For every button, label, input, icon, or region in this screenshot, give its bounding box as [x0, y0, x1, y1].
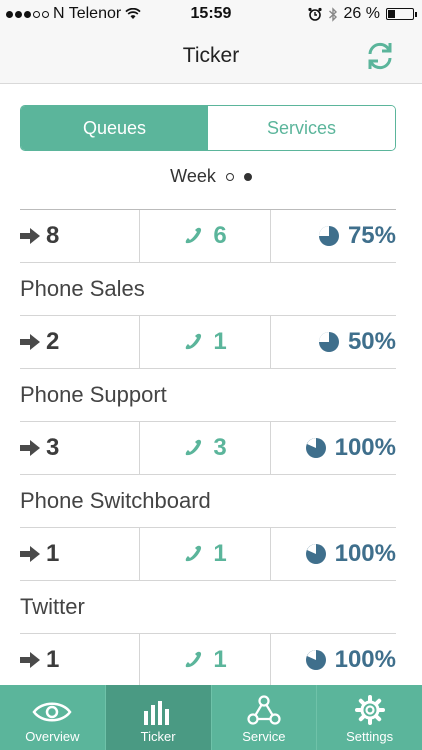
phone-icon: [186, 651, 202, 668]
eye-icon: [32, 702, 72, 722]
arrow-right-icon: [20, 334, 40, 350]
service-level-percent: 50%: [347, 328, 396, 355]
arrow-right-icon: [20, 228, 40, 244]
queue-name[interactable]: Phone Sales: [0, 263, 422, 315]
refresh-icon[interactable]: [362, 38, 398, 74]
tab-settings[interactable]: Settings: [317, 685, 422, 750]
tab-label: Service: [242, 729, 286, 744]
queues-segment[interactable]: Queues: [21, 106, 208, 150]
period-selector[interactable]: Week: [0, 166, 422, 187]
page-indicator-dot-active[interactable]: [243, 172, 252, 181]
queue-stats-row[interactable]: 1 1 100%: [20, 633, 396, 687]
waiting-count: 1: [46, 540, 60, 567]
page-title: Ticker: [182, 44, 240, 67]
service-level-percent: 100%: [334, 646, 396, 673]
status-bar: N Telenor 15:59 26 %: [0, 0, 422, 28]
pie-chart-icon: [318, 226, 339, 246]
phone-icon: [186, 545, 202, 562]
tab-overview[interactable]: Overview: [0, 685, 106, 750]
tab-bar: Overview Ticker Service Settings: [0, 685, 422, 750]
queues-services-toggle: Queues Services: [20, 105, 396, 151]
alarm-clock-icon: [307, 7, 322, 21]
queue-stats-row[interactable]: 8 6 75%: [20, 209, 396, 263]
gear-icon: [354, 695, 385, 725]
pie-chart-icon: [305, 650, 326, 670]
service-level-percent: 100%: [334, 434, 396, 461]
waiting-count: 3: [46, 434, 60, 461]
answered-count: 1: [213, 646, 227, 673]
answered-count: 6: [213, 222, 227, 249]
queue-name[interactable]: Twitter: [0, 581, 422, 633]
tab-label: Overview: [25, 729, 80, 744]
bar-chart-icon: [144, 701, 170, 725]
arrow-right-icon: [20, 440, 40, 456]
queue-stats-row[interactable]: 1 1 100%: [20, 527, 396, 581]
period-label: Week: [170, 166, 216, 186]
services-segment[interactable]: Services: [208, 106, 395, 150]
arrow-right-icon: [20, 546, 40, 562]
battery-percent: 26 %: [343, 5, 380, 22]
queue-name[interactable]: Phone Switchboard: [0, 475, 422, 527]
waiting-count: 8: [46, 222, 60, 249]
answered-count: 1: [213, 540, 227, 567]
pie-chart-icon: [305, 438, 326, 458]
service-level-percent: 100%: [334, 540, 396, 567]
network-icon: [247, 695, 281, 725]
bluetooth-icon: [328, 6, 337, 22]
tab-service[interactable]: Service: [212, 685, 318, 750]
phone-icon: [186, 227, 202, 244]
page-indicator-dot[interactable]: [225, 172, 234, 181]
phone-icon: [186, 333, 202, 350]
navigation-bar: Ticker: [0, 28, 422, 84]
tab-ticker[interactable]: Ticker: [105, 685, 212, 750]
service-level-percent: 75%: [347, 222, 396, 249]
answered-count: 1: [213, 328, 227, 355]
queue-name[interactable]: Phone Support: [0, 369, 422, 421]
queue-list: 8 6 75% Phone Sales 2 1 50% Phone Suppor…: [0, 209, 422, 687]
arrow-right-icon: [20, 652, 40, 668]
battery-icon: [386, 8, 417, 20]
queue-stats-row[interactable]: 3 3 100%: [20, 421, 396, 475]
tab-label: Settings: [346, 729, 394, 744]
waiting-count: 2: [46, 328, 60, 355]
answered-count: 3: [213, 434, 227, 461]
queue-stats-row[interactable]: 2 1 50%: [20, 315, 396, 369]
pie-chart-icon: [318, 332, 339, 352]
phone-icon: [186, 439, 202, 456]
pie-chart-icon: [305, 544, 326, 564]
waiting-count: 1: [46, 646, 60, 673]
tab-label: Ticker: [140, 729, 176, 744]
